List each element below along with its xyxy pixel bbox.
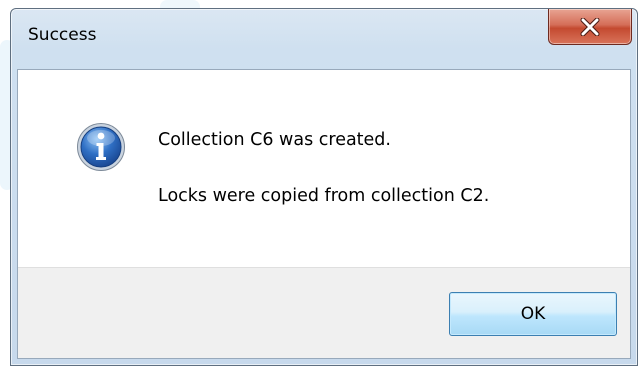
button-area: OK: [18, 267, 630, 358]
dialog-title: Success: [28, 25, 97, 45]
success-dialog: Success Collection C6 was created. Locks…: [10, 8, 638, 366]
information-icon: [77, 123, 125, 171]
close-button[interactable]: [548, 9, 632, 45]
message-line: Collection C6 was created.: [158, 130, 391, 150]
close-x-icon: [580, 17, 600, 36]
message-area: Collection C6 was created. Locks were co…: [18, 70, 630, 267]
message-line: Locks were copied from collection C2.: [158, 186, 490, 206]
dialog-content: Collection C6 was created. Locks were co…: [17, 69, 631, 359]
title-bar[interactable]: Success: [11, 9, 637, 61]
ok-button[interactable]: OK: [449, 292, 617, 336]
